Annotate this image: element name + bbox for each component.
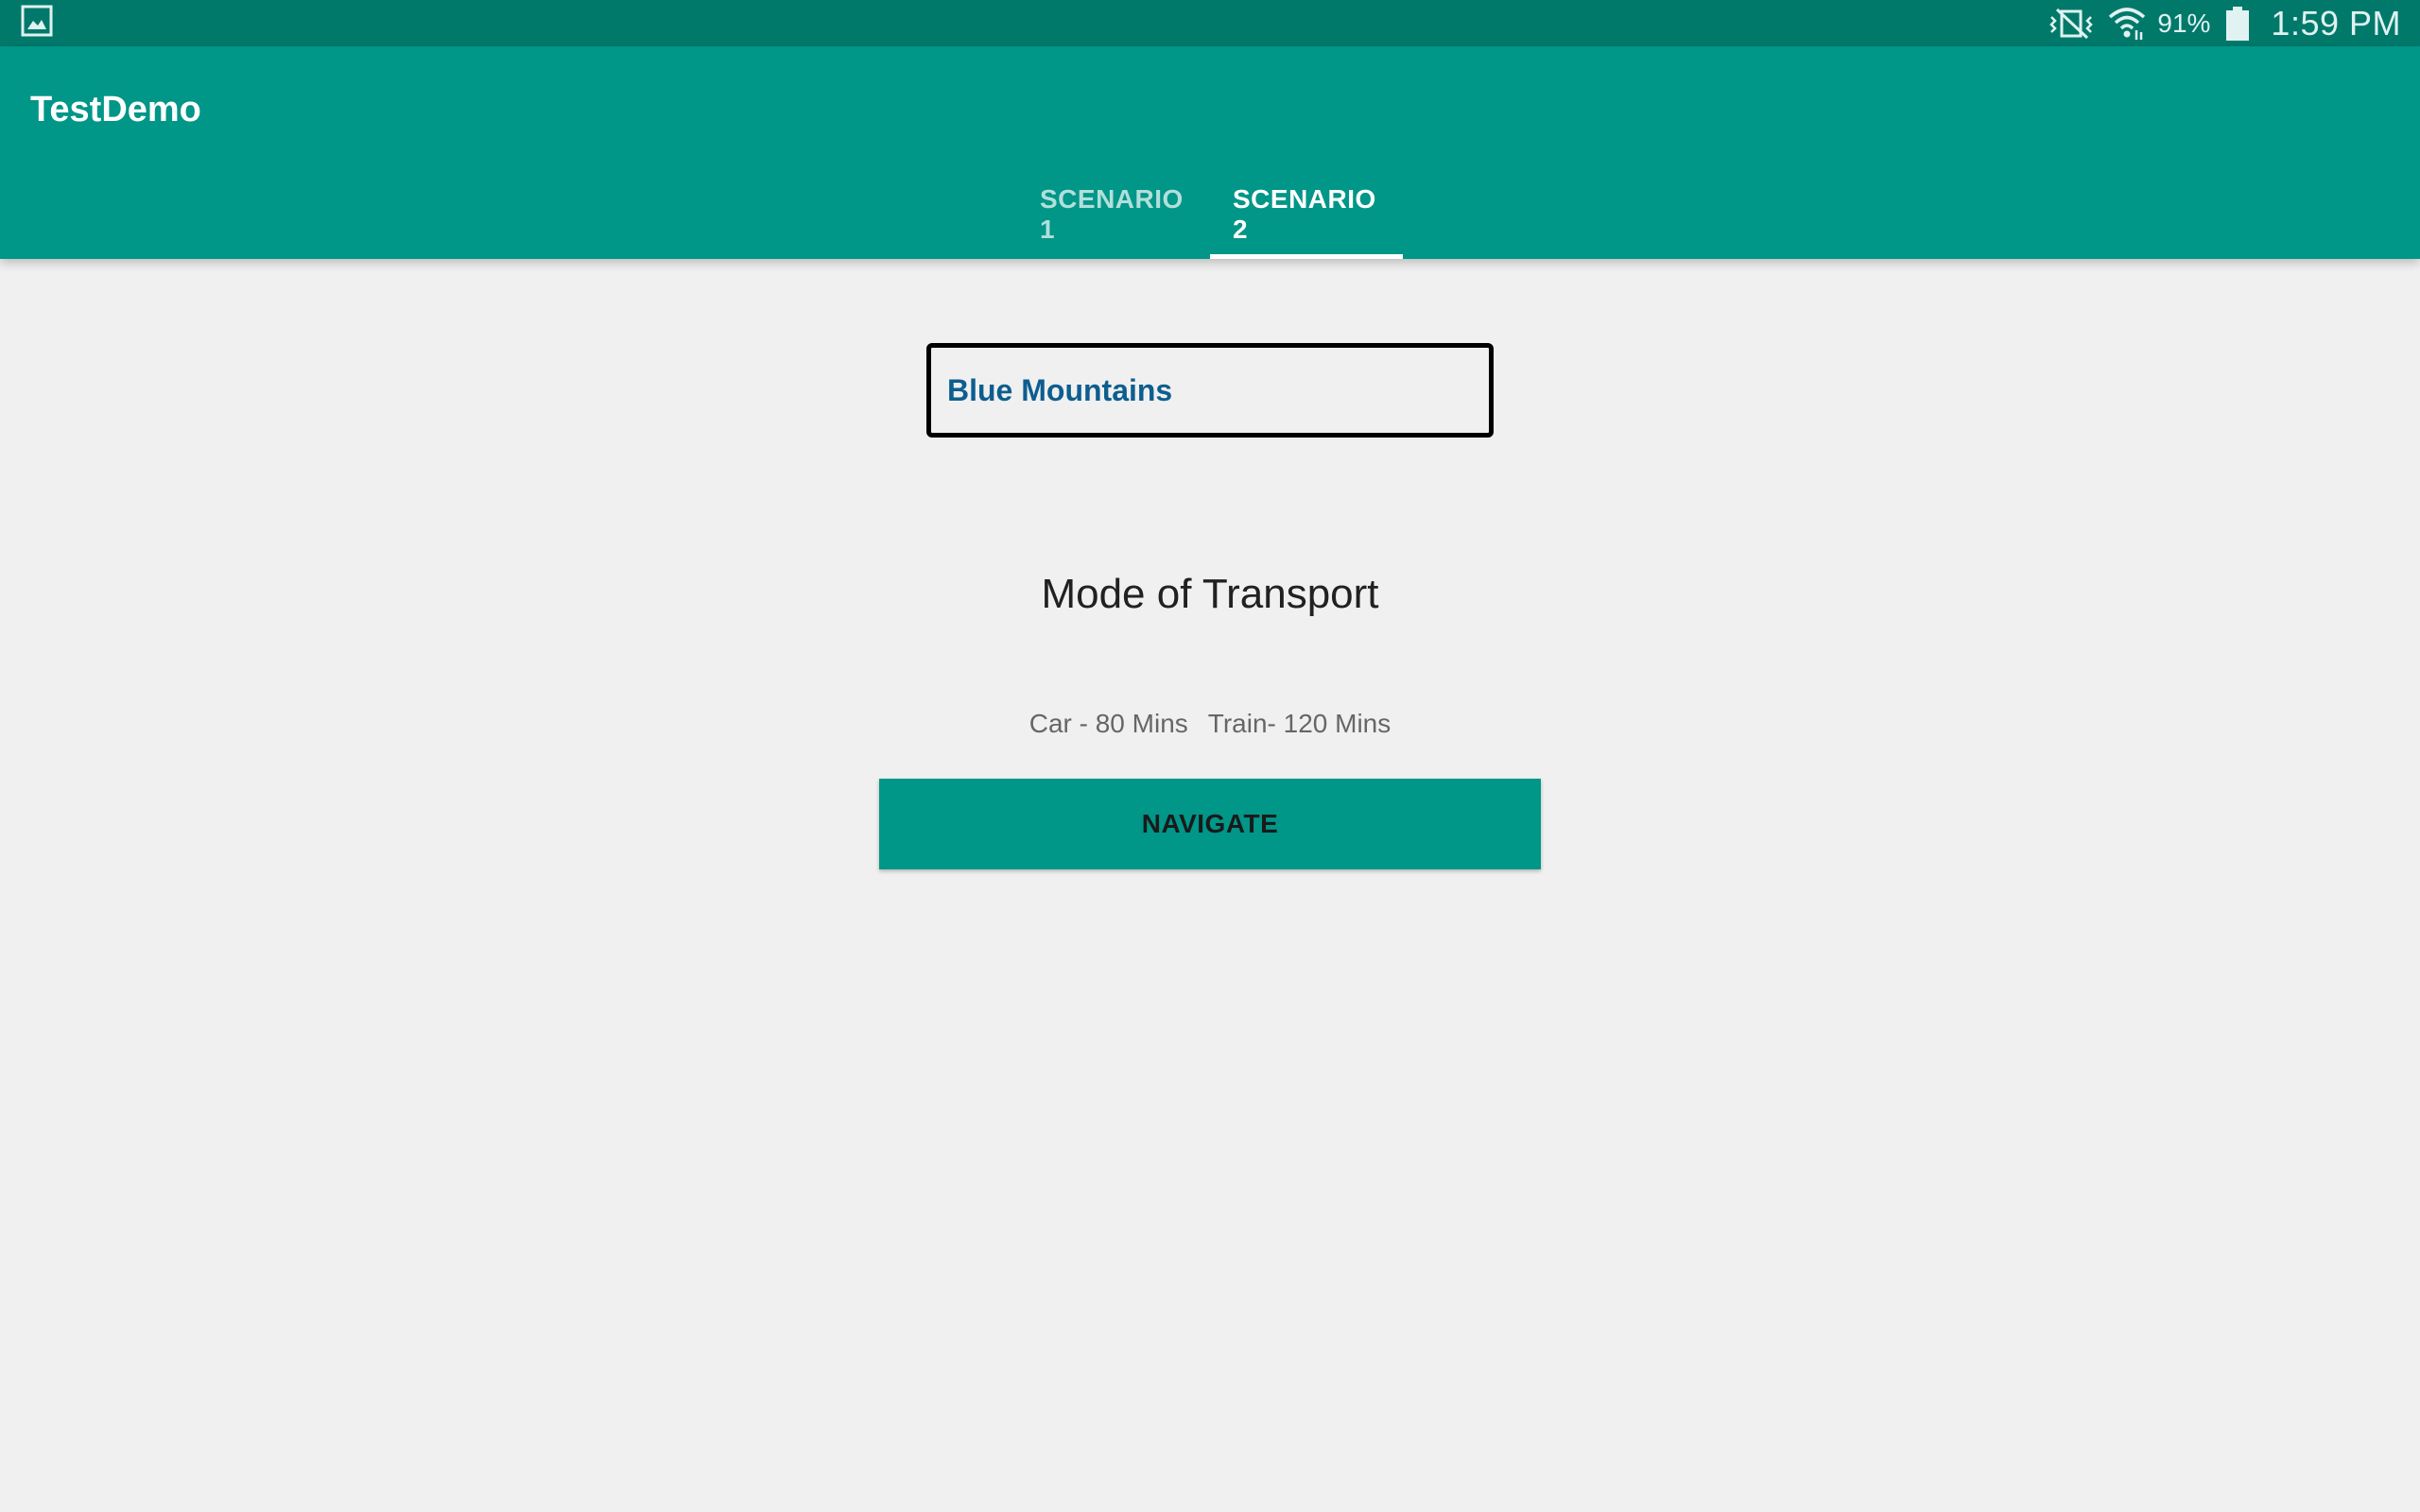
status-bar: 91% 1:59 PM: [0, 0, 2420, 46]
destination-field[interactable]: Blue Mountains: [926, 343, 1494, 438]
tab-scenario-2[interactable]: SCENARIO 2: [1210, 169, 1403, 259]
app-title: TestDemo: [30, 90, 201, 129]
battery-percent: 91%: [2157, 8, 2211, 38]
transport-info: Car - 80 Mins Train- 120 Mins: [0, 709, 2420, 739]
tab-scenario-1[interactable]: SCENARIO 1: [1017, 169, 1210, 259]
section-title: Mode of Transport: [1041, 571, 1379, 617]
battery-icon: [2225, 6, 2250, 42]
vibrate-mute-icon: [2048, 8, 2097, 40]
wifi-icon: [2108, 6, 2146, 42]
tab-label: SCENARIO 1: [1040, 183, 1184, 244]
app-bar: TestDemo SCENARIO 1 SCENARIO 2: [0, 46, 2420, 259]
gallery-icon: [21, 5, 53, 42]
transport-option-train: Train- 120 Mins: [1207, 709, 1392, 738]
main-content: Blue Mountains Mode of Transport Car - 8…: [0, 259, 2420, 1512]
tab-label: SCENARIO 2: [1233, 183, 1376, 244]
navigate-button[interactable]: NAVIGATE: [879, 779, 1541, 869]
status-clock: 1:59 PM: [2271, 3, 2401, 43]
destination-text: Blue Mountains: [947, 372, 1173, 407]
transport-option-car: Car - 80 Mins: [1028, 709, 1188, 738]
tab-bar: SCENARIO 1 SCENARIO 2: [0, 169, 2420, 259]
